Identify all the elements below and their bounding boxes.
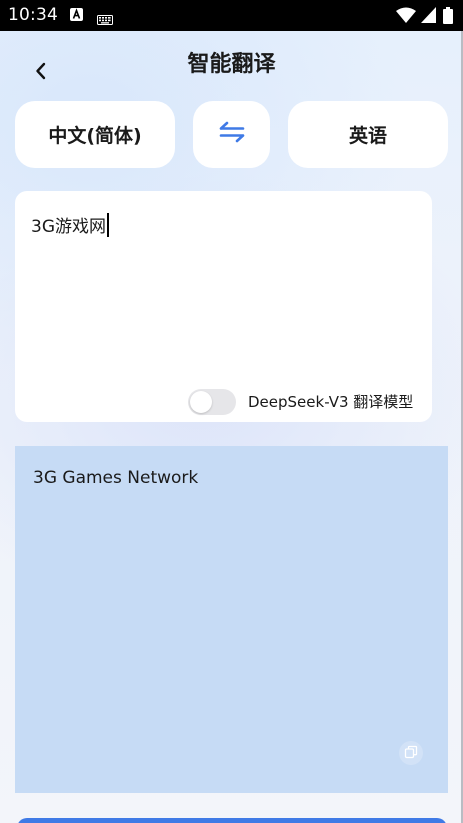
text-caret — [107, 212, 109, 237]
copy-icon — [404, 744, 418, 763]
keyboard-icon — [97, 10, 113, 29]
status-time: 10:34 — [8, 5, 58, 25]
swap-arrows-icon — [218, 121, 246, 148]
source-text-card[interactable]: 3G游戏网 DeepSeek-V3 翻译模型 — [15, 191, 432, 422]
source-text-value: 3G游戏网 — [31, 217, 106, 237]
swap-languages-button[interactable] — [193, 101, 270, 168]
copy-button[interactable] — [399, 741, 423, 765]
battery-icon — [443, 7, 453, 28]
wifi-icon — [396, 7, 416, 27]
a-badge-icon — [70, 8, 83, 21]
source-text-input[interactable]: 3G游戏网 — [31, 212, 109, 237]
toggle-knob — [190, 391, 212, 413]
translation-result-card: 3G Games Network — [15, 446, 448, 793]
translate-action-button[interactable] — [17, 818, 447, 823]
target-language-button[interactable]: 英语 — [288, 101, 448, 168]
translate-screen: 智能翻译 中文(简体) 英语 3G游戏网 DeepSeek-V3 翻译模型 3G… — [0, 31, 463, 823]
signal-icon — [421, 7, 436, 27]
page-title: 智能翻译 — [187, 52, 276, 77]
model-toggle-label: DeepSeek-V3 翻译模型 — [248, 393, 414, 411]
model-toggle[interactable] — [188, 389, 236, 415]
source-language-button[interactable]: 中文(简体) — [15, 101, 175, 168]
translation-result-text: 3G Games Network — [33, 468, 199, 488]
status-bar: 10:34 — [0, 0, 463, 31]
